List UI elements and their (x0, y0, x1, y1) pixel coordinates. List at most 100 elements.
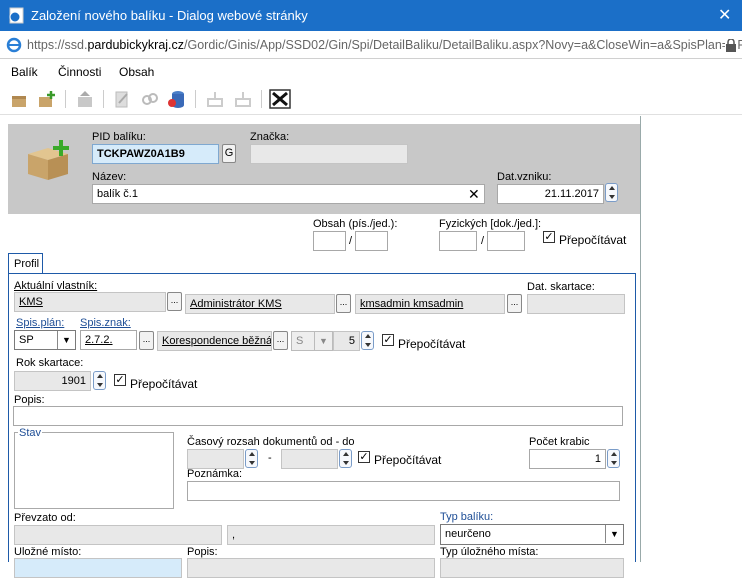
spisplan-select[interactable]: SP ▼ (14, 330, 76, 350)
slash: / (481, 235, 485, 247)
chevron-down-icon: ▼ (605, 525, 623, 543)
url-text[interactable]: https://ssd.pardubickykraj.cz/Gordic/Gin… (27, 38, 742, 52)
tab-profil-label: Profil (14, 258, 40, 270)
recalc-checkbox[interactable]: ✓ (382, 334, 394, 346)
chevron-down-icon: ▼ (314, 332, 332, 350)
korespondence-field[interactable]: Korespondence běžná (157, 331, 272, 351)
recalc-label: Přepočítávat (130, 377, 198, 391)
recalc-label: Přepočítávat (559, 233, 627, 247)
kmsadmin-field[interactable]: kmsadmin kmsadmin (355, 294, 505, 314)
casovy-label: Časový rozsah dokumentů od - do (187, 436, 355, 448)
page-icon (9, 7, 24, 24)
skartace-label: Dat. skartace: (527, 281, 595, 293)
tray-down-icon[interactable] (233, 89, 253, 109)
spiszn-label[interactable]: Spis.znak: (80, 317, 131, 329)
pid-field[interactable]: TCKPAWZ0A1B9 (92, 144, 219, 164)
fyz-jed-field[interactable] (487, 231, 525, 251)
link-icon[interactable] (140, 89, 160, 109)
znacka-field[interactable] (250, 144, 408, 164)
prevzato-field2[interactable]: , (227, 525, 435, 545)
window-title: Založení nového balíku - Dialog webové s… (31, 8, 308, 23)
g-button[interactable]: G (222, 144, 236, 163)
fyzickych-label: Fyzických [dok./jed.]: (439, 218, 542, 230)
do-field[interactable] (281, 449, 338, 469)
datvzniku-spinner[interactable] (605, 183, 618, 202)
menu-obsah[interactable]: Obsah (119, 65, 154, 79)
poznamka-field[interactable] (187, 481, 620, 501)
s-select[interactable]: S ▼ (291, 331, 333, 351)
vlastnik-field[interactable]: KMS (14, 292, 166, 312)
database-icon[interactable] (167, 89, 187, 109)
nazev-label: Název: (92, 171, 127, 183)
recalc-checkbox[interactable]: ✓ (358, 451, 370, 463)
obsah-jed-field[interactable] (355, 231, 388, 251)
tray-up-icon[interactable] (205, 89, 225, 109)
pocet-label: Počet krabic (529, 436, 590, 448)
spisplan-value: SP (19, 334, 34, 346)
typulozne-field[interactable] (440, 558, 624, 578)
datvzniku-field[interactable]: 21.11.2017 (497, 184, 604, 204)
rok-spinner[interactable] (93, 371, 106, 390)
edit-icon[interactable] (112, 89, 132, 109)
popis-label: Popis: (14, 394, 45, 406)
pid-label: PID balíku: (92, 131, 146, 143)
kmsadmin-pick-button[interactable]: ... (507, 294, 522, 313)
popis-field[interactable] (13, 406, 623, 426)
prevzato-label: Převzato od: (14, 512, 76, 524)
fyz-dok-field[interactable] (439, 231, 477, 251)
popis2-field[interactable] (187, 558, 435, 578)
num-field[interactable]: 5 (333, 331, 360, 351)
rok-field[interactable]: 1901 (14, 371, 91, 391)
skartace-field[interactable] (527, 294, 625, 314)
side-pane (640, 116, 742, 562)
close-icon[interactable]: ✕ (718, 5, 731, 25)
vlastnik-label[interactable]: Aktuální vlastník: (14, 280, 97, 292)
address-bar[interactable]: https://ssd.pardubickykraj.cz/Gordic/Gin… (0, 31, 742, 59)
spiszn-pick-button[interactable]: ... (139, 331, 154, 350)
obsah-label: Obsah (pís./jed.): (313, 218, 398, 230)
package-add-icon[interactable] (37, 89, 57, 109)
typ-select[interactable]: neurčeno ▼ (440, 524, 624, 545)
obsah-pis-field[interactable] (313, 231, 346, 251)
ulozne-label: Uložné místo: (14, 546, 82, 558)
package-open-icon[interactable] (9, 89, 29, 109)
slash: / (349, 235, 353, 247)
do-spinner[interactable] (339, 449, 352, 468)
ie-icon (6, 37, 22, 53)
popis2-label: Popis: (187, 546, 218, 558)
chevron-down-icon: ▼ (57, 331, 75, 349)
tab-profil[interactable]: Profil (8, 253, 43, 274)
prevzato-field[interactable] (14, 525, 222, 545)
od-field[interactable] (187, 449, 244, 469)
od-spinner[interactable] (245, 449, 258, 468)
korespondence-pick-button[interactable]: ... (273, 331, 288, 350)
nazev-field[interactable]: balík č.1 (92, 184, 485, 204)
clear-icon[interactable]: ✕ (468, 186, 480, 203)
admin-pick-button[interactable]: ... (336, 294, 351, 313)
recalc-checkbox[interactable]: ✓ (114, 374, 126, 386)
pocet-field[interactable]: 1 (529, 449, 606, 469)
recalc-label: Přepočítávat (374, 453, 442, 467)
menu-cinnosti[interactable]: Činnosti (58, 65, 101, 79)
num-spinner[interactable] (361, 331, 374, 350)
vlastnik-pick-button[interactable]: ... (167, 292, 182, 311)
typ-value: neurčeno (445, 528, 491, 540)
admin-field[interactable]: Administrátor KMS (185, 294, 335, 314)
title-bar: Založení nového balíku - Dialog webové s… (0, 0, 742, 31)
close-window-icon[interactable] (269, 88, 291, 110)
stav-group (14, 432, 174, 509)
recalc-checkbox[interactable]: ✓ (543, 231, 555, 243)
datvzniku-label: Dat.vzniku: (497, 171, 552, 183)
pocet-spinner[interactable] (607, 449, 620, 468)
recalc-label: Přepočítávat (398, 337, 466, 351)
menu-balik[interactable]: Balík (11, 65, 38, 79)
dash: - (268, 452, 272, 464)
spisplan-label[interactable]: Spis.plán: (16, 317, 64, 329)
url-path: /Gordic/Ginis/App/SSD02/Gin/Spi/DetailBa… (184, 38, 742, 52)
toolbar (0, 85, 742, 115)
menu-bar: Balík Činnosti Obsah (0, 59, 742, 85)
spiszn-field[interactable]: 2.7.2. (80, 330, 137, 350)
package-up-icon[interactable] (75, 89, 95, 109)
stav-label: Stav (18, 427, 43, 439)
ulozne-field[interactable] (14, 558, 182, 578)
